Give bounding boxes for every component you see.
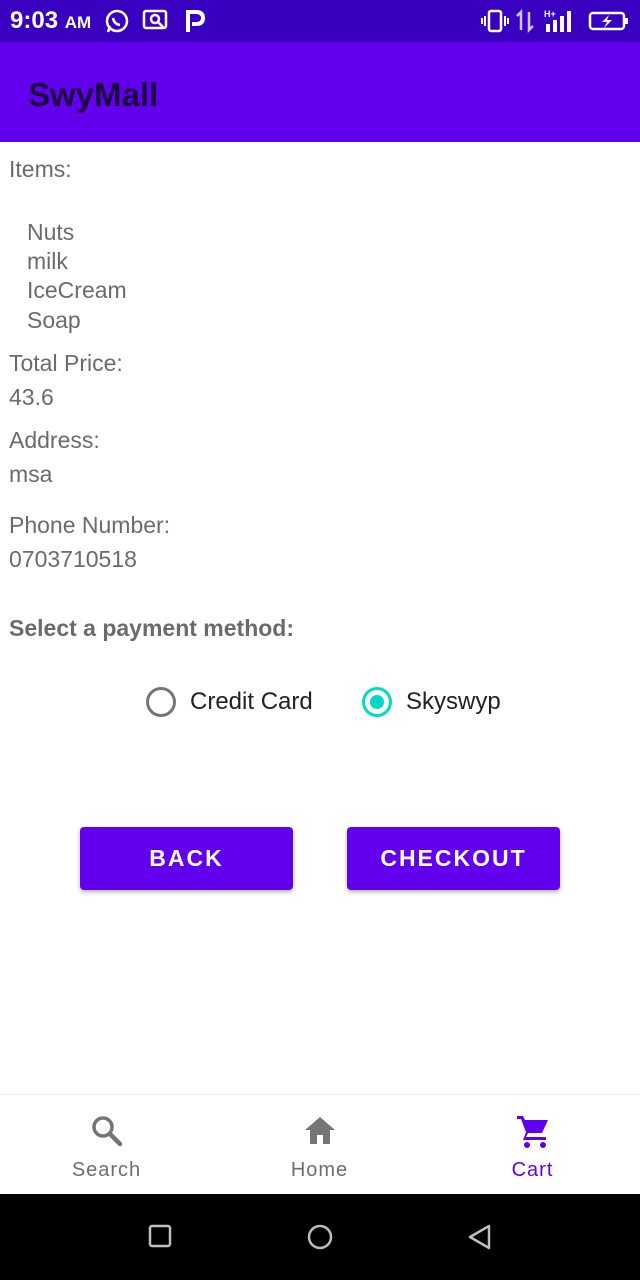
- credit-card-radio[interactable]: Credit Card: [146, 682, 313, 722]
- status-bar: 9:03 AM H+: [0, 0, 640, 42]
- address-label: Address:: [9, 427, 100, 453]
- home-icon: [304, 1117, 335, 1144]
- cart-icon: [516, 1116, 548, 1148]
- checkout-button[interactable]: CHECKOUT: [347, 827, 560, 890]
- items-label: Items:: [9, 156, 72, 182]
- paypal-icon: [184, 8, 206, 39]
- vibrate-icon: [480, 8, 510, 39]
- chat-icon: [142, 8, 170, 39]
- skyswyp-radio[interactable]: Skyswyp: [362, 682, 501, 722]
- system-navigation-bar: [0, 1194, 640, 1280]
- phone-number-label: Phone Number:: [9, 512, 171, 538]
- status-time: 9:03 AM: [10, 7, 91, 35]
- nav-item-search[interactable]: Search: [0, 1095, 213, 1195]
- back-button[interactable]: BACK: [80, 827, 293, 890]
- radio-checked-icon[interactable]: [362, 687, 392, 717]
- back-triangle-icon[interactable]: [467, 1224, 493, 1255]
- phone-number-value: 0703710518: [9, 546, 137, 572]
- total-price-label: Total Price:: [9, 350, 123, 376]
- list-item: IceCream: [27, 277, 127, 303]
- list-item: Nuts: [27, 219, 75, 245]
- hplus-signal-icon: H+: [542, 8, 578, 39]
- total-price-value: 43.6: [9, 384, 54, 410]
- nav-label-search[interactable]: Search: [0, 1159, 213, 1182]
- home-circle-icon[interactable]: [307, 1224, 333, 1255]
- address-value: msa: [9, 461, 53, 487]
- payment-method-title: Select a payment method:: [9, 615, 295, 641]
- radio-unchecked-icon[interactable]: [146, 687, 176, 717]
- status-ampm: AM: [64, 13, 92, 32]
- status-clock: 9:03: [10, 7, 59, 34]
- app-bar: SwyMall: [0, 42, 640, 142]
- battery-charging-icon: [588, 8, 630, 39]
- app-title: SwyMall: [28, 76, 159, 113]
- nav-label-cart[interactable]: Cart: [426, 1159, 639, 1182]
- nav-item-home[interactable]: Home: [213, 1095, 426, 1195]
- list-item: milk: [27, 248, 68, 274]
- credit-card-label[interactable]: Credit Card: [190, 688, 313, 716]
- skyswyp-label[interactable]: Skyswyp: [406, 688, 501, 716]
- nav-label-home[interactable]: Home: [213, 1159, 426, 1182]
- nav-item-cart[interactable]: Cart: [426, 1095, 639, 1195]
- whatsapp-icon: [104, 8, 130, 39]
- bottom-navigation: Search Home Cart: [0, 1094, 640, 1195]
- recents-icon[interactable]: [148, 1224, 172, 1253]
- data-arrows-icon: [514, 8, 536, 39]
- search-icon: [91, 1116, 122, 1147]
- svg-text:H+: H+: [544, 9, 556, 19]
- list-item: Soap: [27, 307, 81, 333]
